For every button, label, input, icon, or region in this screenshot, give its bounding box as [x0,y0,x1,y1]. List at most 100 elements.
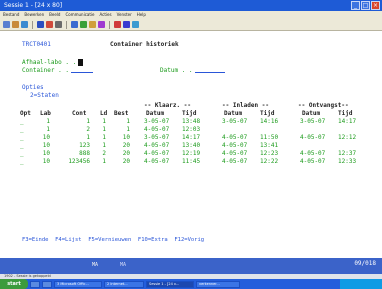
record-icon[interactable] [114,21,121,28]
cell-kd: 4-05-07 [144,142,170,149]
taskbar: start 3 Microsoft Offic... 2 Internet...… [0,279,382,289]
help-icon[interactable] [132,21,139,28]
status-center: MA [120,262,127,268]
terminal-screen: TRCT0401 Container historiek Afhaal-labo… [0,32,382,258]
task-verkenner[interactable]: verkenner... [196,280,240,288]
cell-it: 11:50 [260,134,279,141]
cell-best: 1 [126,126,130,133]
cell-id: 4-05-07 [222,134,248,141]
menu-communicatie[interactable]: Communicatie [65,11,94,19]
afhaal-input[interactable] [78,59,84,66]
cell-ot: 12:12 [338,134,357,141]
menu-venster[interactable]: Venster [117,11,132,19]
task-internet[interactable]: 2 Internet... [104,280,144,288]
col-ld: Ld [100,110,108,117]
cell-id: 4-05-07 [222,142,248,149]
title-bar: Sessie 1 - [24 x 80] _ □ × [0,0,382,11]
open-icon[interactable] [12,21,19,28]
toolbar-separator [66,20,67,29]
task-session[interactable]: Sessie 1 - [24 x... [146,280,194,288]
close-button[interactable]: × [371,1,380,10]
opties-label: Opties [22,84,44,91]
window-title: Sessie 1 - [24 x 80] [4,2,63,9]
afhaal-label: Afhaal-labo . . [22,59,77,66]
macro-icon[interactable] [89,21,96,28]
settings-icon[interactable] [98,21,105,28]
container-input[interactable] [70,67,93,73]
cell-best: 1 [126,118,130,125]
col-klaarz-datum: Datum [146,110,165,117]
copy-icon[interactable] [71,21,78,28]
menu-bewerken[interactable]: Bewerken [24,11,44,19]
cell-it: 13:41 [260,142,279,149]
print-icon[interactable] [55,21,62,28]
status-left: MA [92,262,99,268]
cell-kd: 3-05-07 [144,118,170,125]
menu-help[interactable]: Help [137,11,146,19]
opties-value: 2=Staten [30,92,59,99]
menu-bar: Bestand Bewerken Beeld Communicatie Acti… [0,11,382,19]
cell-best: 20 [122,150,130,157]
cell-od: 4-05-07 [300,134,326,141]
menu-beeld[interactable]: Beeld [49,11,60,19]
menu-acties[interactable]: Acties [100,11,112,19]
status-bar [0,258,382,274]
toolbar-separator [109,20,110,29]
cell-od: 3-05-07 [300,118,326,125]
minimize-button[interactable]: _ [351,1,360,10]
cell-kt: 13:48 [182,118,201,125]
cell-it: 12:23 [260,150,279,157]
col-inladen-datum: Datum [224,110,243,117]
quicklaunch-desktop-icon[interactable] [42,280,52,288]
new-icon[interactable] [3,21,10,28]
cell-best: 20 [122,158,130,165]
cell-ot: 12:37 [338,150,357,157]
cell-kt: 12:03 [182,126,201,133]
container-label: Container . . [22,67,69,74]
col-opt: Opt [20,110,31,117]
col-inladen-tijd: Tijd [260,110,275,117]
col-cont: Cont [72,110,87,117]
start-button[interactable]: start [0,279,28,289]
quicklaunch-ie-icon[interactable] [30,280,40,288]
save-icon[interactable] [21,21,28,28]
task-office[interactable]: 3 Microsoft Offic... [54,280,102,288]
play-icon[interactable] [123,21,130,28]
group-header-klaarz: -- Klaarz. -- [144,102,191,109]
col-lab: Lab [40,110,51,117]
cell-kd: 4-05-07 [144,150,170,157]
group-header-ontvangst: -- Ontvangst-- [298,102,349,109]
window-controls: _ □ × [351,1,380,10]
system-tray [340,279,382,289]
col-ontvangst-datum: Datum [302,110,321,117]
cell-ot: 14:17 [338,118,357,125]
cell-kd: 4-05-07 [144,158,170,165]
container-label-row: Container . . [22,67,93,74]
cell-best: 20 [122,142,130,149]
disconnect-icon[interactable] [46,21,53,28]
toolbar-separator [32,20,33,29]
afhaal-label-row: Afhaal-labo . . [22,59,84,66]
cell-it: 14:16 [260,118,279,125]
menu-bestand[interactable]: Bestand [3,11,19,19]
cell-kt: 13:40 [182,142,201,149]
cell-id: 4-05-07 [222,150,248,157]
paste-icon[interactable] [80,21,87,28]
cell-od: 4-05-07 [300,150,326,157]
col-best: Best [114,110,129,117]
cell-kt: 14:17 [182,134,201,141]
cell-od: 4-05-07 [300,158,326,165]
group-header-inladen: -- Inladen -- [222,102,269,109]
screen-title: Container historiek [110,41,179,48]
col-klaarz-tijd: Tijd [182,110,197,117]
col-ontvangst-tijd: Tijd [338,110,353,117]
maximize-button[interactable]: □ [361,1,370,10]
cell-id: 3-05-07 [222,118,248,125]
program-id: TRCT0401 [22,41,51,48]
cell-kt: 11:45 [182,158,201,165]
cursor-position: 09/018 [354,260,376,267]
connect-icon[interactable] [37,21,44,28]
cell-kt: 12:19 [182,150,201,157]
datum-input[interactable] [194,67,225,73]
cell-kd: 3-05-07 [144,134,170,141]
